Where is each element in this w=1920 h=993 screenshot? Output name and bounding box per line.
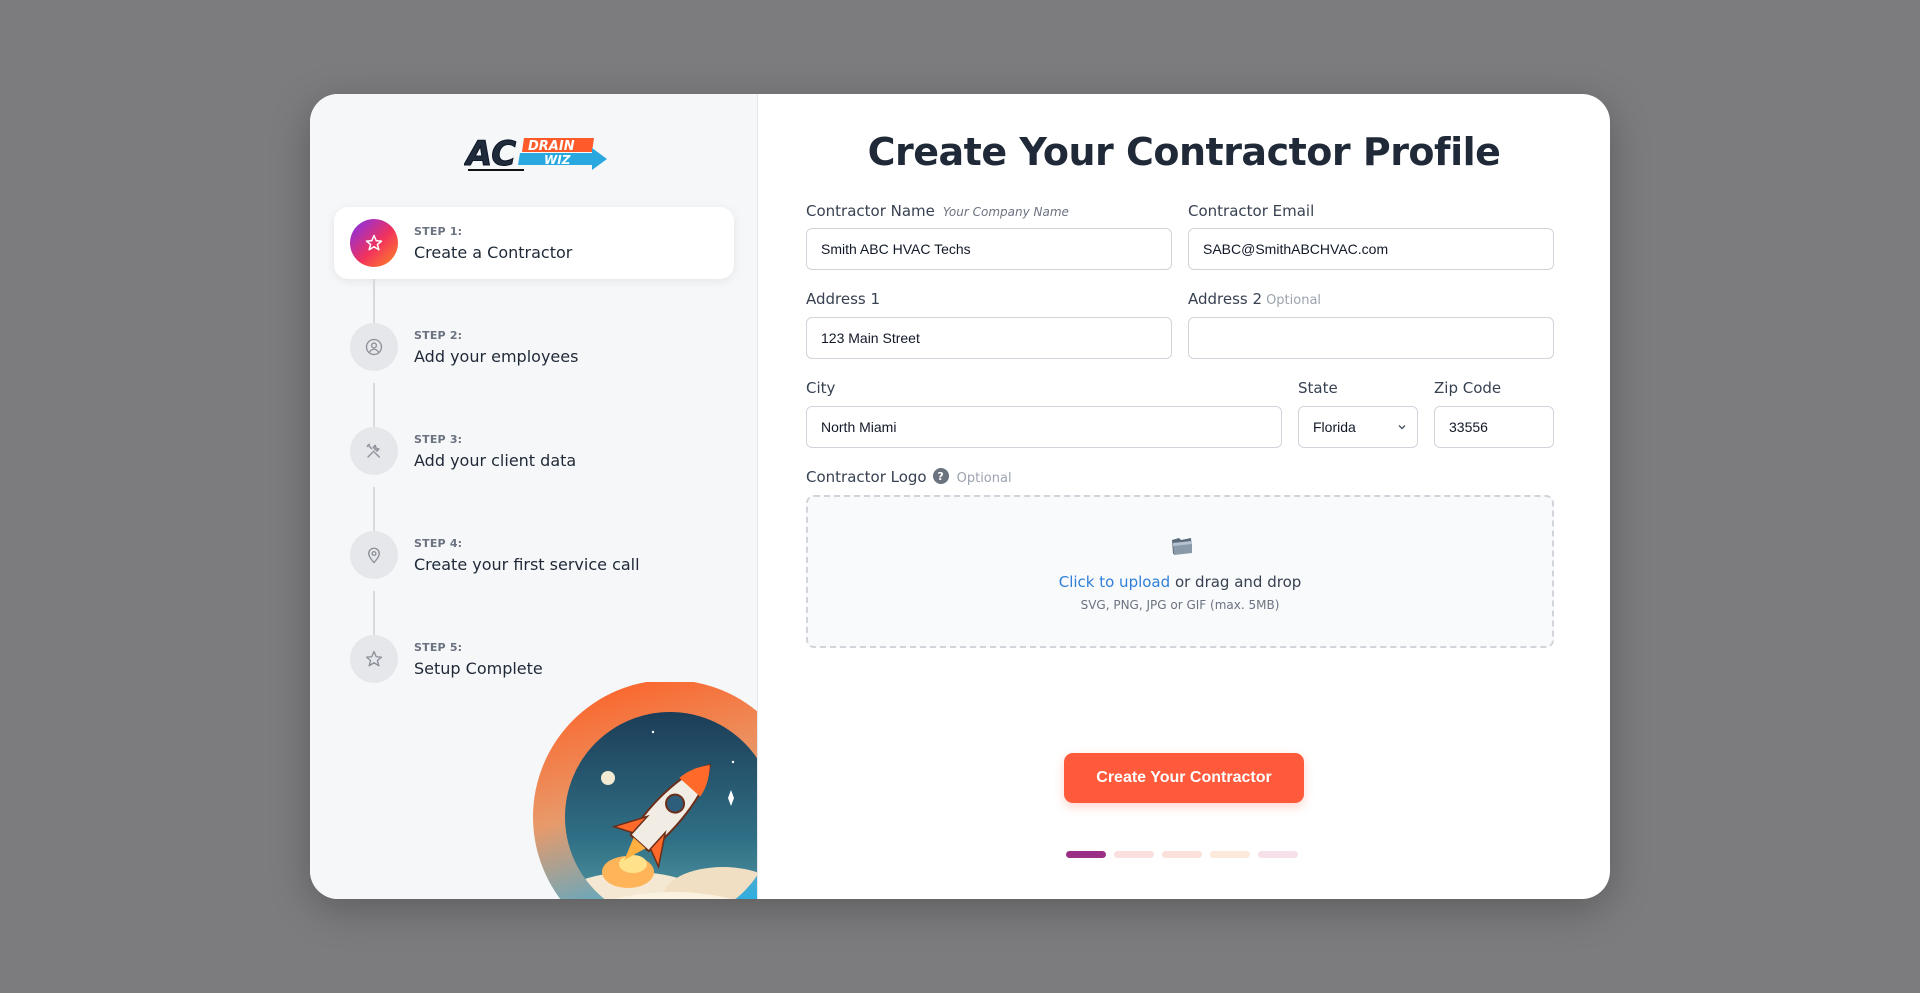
- progress-dot-4: [1210, 851, 1250, 858]
- city-label: City: [806, 379, 836, 397]
- star-outline-icon: [365, 650, 383, 667]
- step-4-circle: [350, 531, 398, 579]
- step-number: STEP 1:: [414, 225, 463, 238]
- page-title: Create Your Contractor Profile: [867, 130, 1501, 174]
- step-1-create-contractor[interactable]: STEP 1: Create a Contractor: [334, 207, 734, 325]
- address1-input[interactable]: 123 Main Street: [806, 317, 1172, 359]
- step-number: STEP 3:: [414, 433, 463, 446]
- zip-input[interactable]: 33556: [1434, 406, 1554, 448]
- progress-dot-1: [1066, 851, 1106, 858]
- address2-input[interactable]: [1188, 317, 1554, 359]
- progress-dot-5: [1258, 851, 1298, 858]
- tools-icon: [366, 443, 380, 458]
- city-input[interactable]: North Miami: [806, 406, 1282, 448]
- svg-text:AC: AC: [464, 134, 516, 172]
- progress-dot-2: [1114, 851, 1154, 858]
- progress-indicator: [1066, 851, 1298, 858]
- wizard-sidebar: AC DRAIN WIZ STEP 1: Create a Contractor: [310, 94, 758, 899]
- folder-icon: [1172, 538, 1192, 555]
- step-3-circle: [350, 427, 398, 475]
- address2-optional: Optional: [1266, 293, 1322, 308]
- address2-label: Address 2 Optional: [1188, 290, 1321, 308]
- contractor-name-input[interactable]: Smith ABC HVAC Techs: [806, 228, 1172, 270]
- map-pin-icon: [368, 547, 380, 564]
- step-number: STEP 4:: [414, 537, 463, 550]
- wizard-steps: STEP 1: Create a Contractor STEP 2: Add …: [334, 207, 734, 727]
- svg-text:WIZ: WIZ: [544, 153, 571, 167]
- step-title: Add your client data: [414, 451, 577, 470]
- contractor-name-label-text: Contractor Name: [806, 202, 935, 220]
- upload-file-hint: SVG, PNG, JPG or GIF (max. 5MB): [1080, 598, 1280, 612]
- contractor-logo-optional: Optional: [956, 471, 1012, 486]
- help-icon[interactable]: ?: [932, 468, 949, 484]
- contractor-email-label: Contractor Email: [1188, 202, 1315, 220]
- step-2-circle: [350, 323, 398, 371]
- step-2-add-employees[interactable]: STEP 2: Add your employees: [334, 311, 734, 429]
- step-title: Create a Contractor: [414, 243, 573, 262]
- contractor-form: Create Your Contractor Profile Contracto…: [758, 94, 1610, 899]
- address2-label-text: Address 2: [1188, 290, 1263, 308]
- upload-instructions: Click to upload or drag and drop: [808, 573, 1552, 591]
- contractor-name-label: Contractor Name Your Company Name: [806, 202, 1069, 220]
- step-title: Add your employees: [414, 347, 579, 366]
- step-number: STEP 2:: [414, 329, 463, 342]
- step-title: Setup Complete: [414, 659, 543, 678]
- contractor-email-input[interactable]: SABC@SmithABCHVAC.com: [1188, 228, 1554, 270]
- step-5-circle: [350, 635, 398, 683]
- svg-text:DRAIN: DRAIN: [528, 139, 575, 154]
- address1-label: Address 1: [806, 290, 881, 308]
- drag-drop-text: or drag and drop: [1174, 573, 1302, 591]
- contractor-logo-label-text: Contractor Logo: [806, 468, 927, 486]
- step-3-add-client-data[interactable]: STEP 3: Add your client data: [334, 415, 734, 533]
- ac-drain-wiz-logo: AC DRAIN WIZ: [464, 134, 607, 172]
- step-1-circle: [350, 219, 398, 267]
- step-4-first-service-call[interactable]: STEP 4: Create your first service call: [334, 519, 734, 637]
- state-select[interactable]: Florida: [1298, 406, 1418, 448]
- contractor-name-hint: Your Company Name: [942, 205, 1069, 219]
- step-title: Create your first service call: [414, 555, 640, 574]
- user-circle-icon: [365, 338, 383, 356]
- logo-upload-dropzone[interactable]: Click to upload or drag and drop SVG, PN…: [806, 495, 1554, 648]
- chevron-down-icon: [1398, 425, 1406, 430]
- click-to-upload-link[interactable]: Click to upload: [1059, 573, 1170, 591]
- setup-wizard-modal: AC DRAIN WIZ STEP 1: Create a Contractor: [310, 94, 1610, 899]
- contractor-logo-label: Contractor Logo? Optional: [806, 468, 1012, 486]
- state-label: State: [1298, 379, 1338, 397]
- state-select-value: Florida: [1313, 419, 1356, 435]
- create-contractor-button[interactable]: Create Your Contractor: [1064, 753, 1304, 803]
- rocket-illustration: [533, 682, 757, 899]
- zip-label: Zip Code: [1434, 379, 1502, 397]
- step-number: STEP 5:: [414, 641, 463, 654]
- star-icon: [365, 234, 383, 251]
- progress-dot-3: [1162, 851, 1202, 858]
